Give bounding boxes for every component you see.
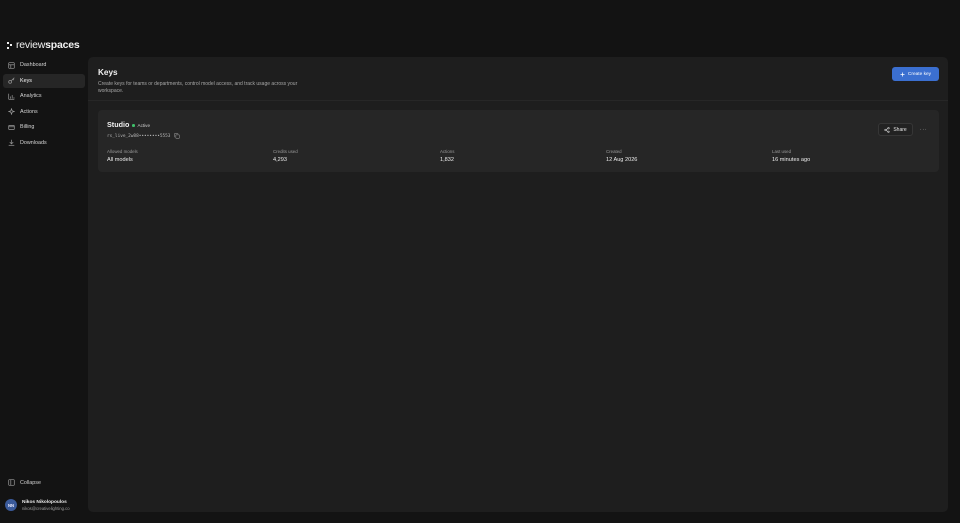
stat-label: Actions xyxy=(440,149,455,154)
page-description: Create keys for teams or departments, co… xyxy=(98,81,298,95)
collapse-sidebar-button[interactable]: Collapse xyxy=(8,479,41,486)
sidebar-item-analytics[interactable]: Analytics xyxy=(3,89,85,103)
key-name: Studio xyxy=(107,120,130,129)
stat-value: 1,832 xyxy=(440,157,454,163)
key-icon xyxy=(8,77,15,84)
stat-value: 4,293 xyxy=(273,157,287,163)
sidebar-item-label: Analytics xyxy=(20,93,42,100)
billing-icon xyxy=(8,124,15,131)
sidebar-item-label: Billing xyxy=(20,124,35,131)
stat-credits-used: Credits used 4,293 xyxy=(273,149,298,163)
share-icon xyxy=(884,126,890,133)
brand-logo[interactable]: reviewspaces xyxy=(7,39,80,51)
key-card: Studio Active rs_live_2w88••••••••5553 S… xyxy=(98,110,939,172)
logo-mark-icon xyxy=(7,41,12,49)
download-icon xyxy=(8,139,15,147)
status-label: Active xyxy=(137,123,151,128)
sidebar-nav: Dashboard Keys Analytics Actions Billing… xyxy=(0,57,88,152)
sidebar-item-dashboard[interactable]: Dashboard xyxy=(3,58,85,72)
copy-icon[interactable] xyxy=(174,133,181,139)
more-icon: ··· xyxy=(919,126,928,133)
stat-allowed-models: Allowed models All models xyxy=(107,149,138,163)
brand-wordmark: reviewspaces xyxy=(16,39,80,51)
share-label: Share xyxy=(893,126,907,133)
plus-icon xyxy=(900,72,905,77)
sidebar-item-label: Dashboard xyxy=(20,62,47,68)
stat-label: Allowed models xyxy=(107,149,138,154)
page-header: Keys Create keys for teams or department… xyxy=(88,57,948,101)
user-email: nikos@creativelighting.co xyxy=(22,505,70,511)
stat-created: Created 12 Aug 2026 xyxy=(606,149,637,163)
stat-label: Credits used xyxy=(273,149,298,154)
stat-label: Created xyxy=(606,149,622,154)
sidebar-item-label: Actions xyxy=(20,108,38,115)
stat-label: Last used xyxy=(772,149,792,154)
actions-icon xyxy=(8,108,15,116)
stat-last-used: Last used 16 minutes ago xyxy=(772,149,810,163)
collapse-label: Collapse xyxy=(20,479,41,486)
brand-name-light: review xyxy=(16,39,46,51)
share-button[interactable]: Share xyxy=(878,123,913,136)
create-key-label: Create key xyxy=(907,71,932,77)
sidebar-item-label: Keys xyxy=(20,77,32,84)
sidebar-item-billing[interactable]: Billing xyxy=(3,120,85,134)
main-panel: Keys Create keys for teams or department… xyxy=(88,57,948,512)
avatar: NN xyxy=(5,499,17,511)
user-profile[interactable]: NN Nikos Nikolopoulos nikos@creativeligh… xyxy=(5,499,70,511)
page-title: Keys xyxy=(98,68,118,77)
stat-value: 12 Aug 2026 xyxy=(606,157,638,163)
create-key-button[interactable]: Create key xyxy=(892,67,939,81)
user-name: Nikos Nikolopoulos xyxy=(22,499,67,505)
sidebar-item-actions[interactable]: Actions xyxy=(3,105,85,119)
key-token: rs_live_2w88••••••••5553 xyxy=(107,133,181,139)
stat-value: All models xyxy=(107,157,133,163)
dashboard-icon xyxy=(8,61,15,69)
sidebar-item-label: Downloads xyxy=(20,139,47,146)
more-options-button[interactable]: ··· xyxy=(918,123,929,136)
sidebar-toggle-icon xyxy=(8,479,15,486)
status-badge: Active xyxy=(132,123,150,128)
stat-value: 16 minutes ago xyxy=(772,157,811,163)
status-dot-icon xyxy=(132,124,135,127)
sidebar-item-downloads[interactable]: Downloads xyxy=(3,136,85,150)
sidebar-item-keys[interactable]: Keys xyxy=(3,73,85,88)
brand-name-bold: spaces xyxy=(45,39,80,51)
key-token-value: rs_live_2w88••••••••5553 xyxy=(107,133,171,139)
analytics-icon xyxy=(8,93,15,100)
stat-actions: Actions 1,832 xyxy=(440,149,454,163)
